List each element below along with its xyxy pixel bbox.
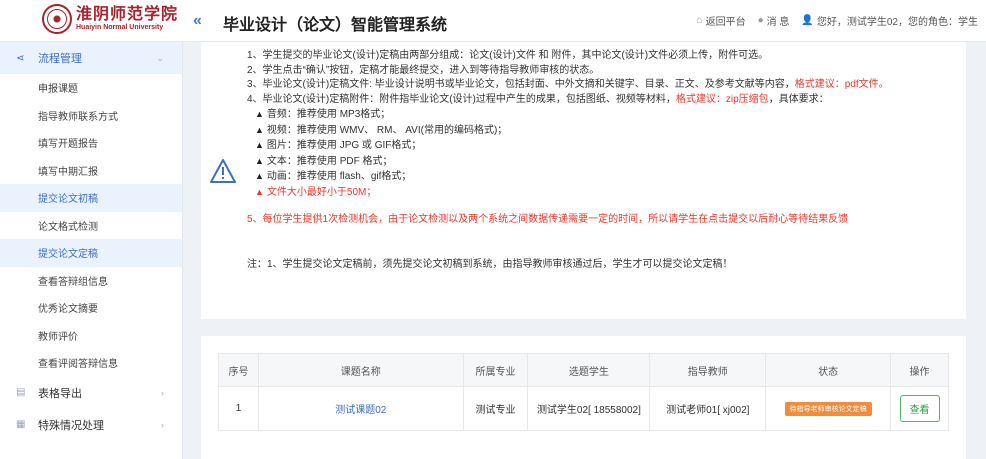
- university-logo[interactable]: 淮阴师范学院 Huaiyin Normal University: [0, 0, 183, 42]
- note-line-3: 3、毕业论文(设计)定稿文件: 毕业设计说明书或毕业论文，包括封面、中外文摘和关…: [247, 79, 889, 90]
- sidebar-group-special[interactable]: ▦ 特殊情况处理 ›: [0, 409, 182, 441]
- chevron-right-icon: ›: [161, 419, 164, 430]
- logo-chinese-name: 淮阴师范学院: [76, 3, 179, 23]
- logo-english-name: Huaiyin Normal University: [76, 23, 164, 31]
- note-line-2: 2、学生点击“确认”按钮，定稿才能最终提交，进入到等待指导教师审核的状态。: [247, 64, 600, 76]
- sidebar-item-submit-final[interactable]: 提交论文定稿: [0, 239, 182, 267]
- status-badge: 待指导老师审核论文定稿: [784, 401, 872, 416]
- message-icon: ●: [757, 15, 764, 26]
- table-header-row: 序号 课题名称 所属专业 选题学生 指导教师 状态 操作: [218, 353, 949, 387]
- group-label: 表格导出: [38, 387, 82, 400]
- view-button[interactable]: 查看: [899, 395, 940, 422]
- format-suggestion-zip: 格式建议：zip压缩包: [675, 93, 769, 105]
- seal-icon: [42, 3, 72, 34]
- row-index: 1: [218, 386, 259, 431]
- sidebar-item-defense-group[interactable]: 查看答辩组信息: [0, 267, 182, 295]
- final-note: 注：1、学生提交论文定稿前，须先提交论文初稿到系统，由指导教师审核通过后，学生才…: [247, 258, 733, 270]
- sidebar-item-proposal[interactable]: 填写开题报告: [0, 129, 182, 157]
- row-teacher: 测试老师01[ xj002]: [649, 386, 767, 431]
- home-icon: ⌂: [696, 15, 703, 26]
- sidebar-item-submit-draft[interactable]: 提交论文初稿: [0, 184, 182, 212]
- table-row: 1 测试课题02 测试专业 测试学生02[ 18558002] 测试老师01[ …: [218, 386, 949, 431]
- attachment-rule-image: ▲ 图片：推荐使用 JPG 或 GIF格式；: [255, 140, 422, 151]
- chevron-down-icon: ⌄: [156, 52, 164, 63]
- attachment-rule-audio: ▲ 音频：推荐使用 MP3格式；: [255, 109, 391, 120]
- sidebar: ⋖ 流程管理 ⌄ 申报课题 指导教师联系方式 填写开题报告 填写中期汇报 提交论…: [0, 42, 183, 459]
- top-header: 淮阴师范学院 Huaiyin Normal University « 毕业设计（…: [0, 0, 986, 42]
- attachment-rule-size: ▲ 文件大小最好小于50M；: [255, 186, 377, 198]
- sidebar-item-midterm[interactable]: 填写中期汇报: [0, 157, 182, 185]
- sidebar-item-excellent-abstracts[interactable]: 优秀论文摘要: [0, 294, 182, 322]
- note-line-4: 4、毕业论文(设计)定稿附件：附件指毕业论文(设计)过程中产生的成果，包括图纸、…: [247, 93, 829, 105]
- sidebar-group-export[interactable]: ▤ 表格导出 ›: [0, 377, 182, 409]
- note-line-5: 5、每位学生提供1次检测机会，由于论文检测以及两个系统之间数据传递需要一定的时间…: [247, 214, 849, 225]
- note-line-1: 1、学生提交的毕业论文(设计)定稿由两部分组成：论文(设计)文件 和 附件，其中…: [247, 50, 769, 61]
- row-major: 测试专业: [462, 386, 529, 431]
- col-teacher: 指导教师: [649, 353, 767, 387]
- table-icon: ▤: [16, 387, 26, 398]
- sidebar-group-process[interactable]: ⋖ 流程管理 ⌄: [0, 42, 182, 74]
- messages-link[interactable]: ● 消 息: [758, 13, 790, 28]
- collapse-sidebar-icon[interactable]: «: [193, 12, 202, 30]
- attachment-rule-text: ▲ 文本：推荐使用 PDF 格式；: [255, 155, 393, 167]
- sidebar-item-format-check[interactable]: 论文格式检测: [0, 212, 182, 240]
- sidebar-item-advisor-contact[interactable]: 指导教师联系方式: [0, 102, 182, 130]
- col-index: 序号: [218, 353, 259, 387]
- chevron-right-icon: ›: [161, 387, 164, 398]
- attachment-rule-video: ▲ 视频：推荐使用 WMV、 RM、 AVI(常用的编码格式)；: [255, 124, 508, 136]
- user-greeting: 您好，测试学生02，您的角色：学生: [816, 17, 978, 28]
- attachment-rule-animation: ▲ 动画：推荐使用 flash、gif格式；: [255, 171, 412, 182]
- group-label: 特殊情况处理: [38, 419, 104, 432]
- col-topic: 课题名称: [257, 353, 464, 387]
- sidebar-item-review-info[interactable]: 查看评阅答辩信息: [0, 349, 182, 377]
- document-icon: ▦: [16, 419, 26, 430]
- row-student: 测试学生02[ 18558002]: [527, 386, 651, 431]
- user-icon: 👤: [801, 15, 814, 26]
- col-student: 选题学生: [527, 353, 651, 387]
- sidebar-item-apply-topic[interactable]: 申报课题: [0, 74, 182, 102]
- message-label: 消 息: [766, 17, 790, 28]
- instructions-card: 1、学生提交的毕业论文(设计)定稿由两部分组成：论文(设计)文件 和 附件，其中…: [201, 42, 966, 319]
- col-action: 操作: [890, 353, 949, 387]
- instruction-notes: 1、学生提交的毕业论文(设计)定稿由两部分组成：论文(设计)文件 和 附件，其中…: [247, 49, 957, 272]
- system-title: 毕业设计（论文）智能管理系统: [223, 17, 448, 34]
- format-suggestion-pdf: 格式建议：pdf文件。: [794, 79, 889, 90]
- sidebar-item-teacher-evaluation[interactable]: 教师评价: [0, 322, 182, 350]
- topic-link[interactable]: 测试课题02: [335, 405, 386, 416]
- group-label: 流程管理: [38, 53, 82, 65]
- back-to-platform-link[interactable]: ⌂ 返回平台: [697, 13, 746, 28]
- warning-icon: [210, 159, 236, 183]
- submission-table-card: 序号 课题名称 所属专业 选题学生 指导教师 状态 操作 1 测试课题02 测试…: [201, 336, 966, 459]
- user-info[interactable]: 👤 您好，测试学生02，您的角色：学生: [801, 13, 978, 28]
- col-major: 所属专业: [462, 353, 529, 387]
- submission-table: 序号 课题名称 所属专业 选题学生 指导教师 状态 操作 1 测试课题02 测试…: [218, 353, 949, 431]
- share-icon: ⋖: [16, 52, 25, 64]
- back-label: 返回平台: [705, 17, 746, 28]
- col-status: 状态: [765, 353, 891, 387]
